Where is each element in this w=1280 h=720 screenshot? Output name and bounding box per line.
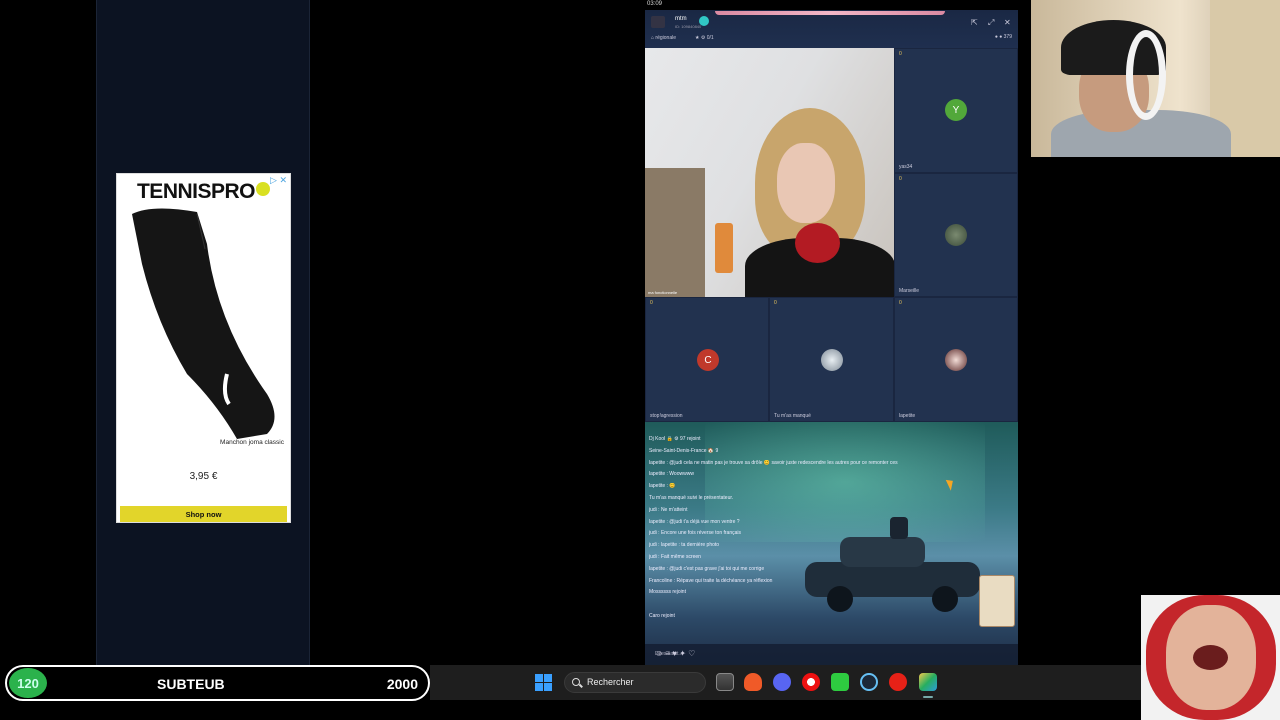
close-icon[interactable]: ✕ bbox=[1004, 18, 1011, 27]
product-image bbox=[132, 208, 275, 439]
host-video[interactable]: ma fonctionnelle bbox=[645, 48, 894, 297]
share-icon[interactable]: ⇱ bbox=[971, 18, 978, 27]
search-label: Rechercher bbox=[587, 677, 634, 687]
seat-name: stop!agression bbox=[650, 413, 683, 419]
host-face bbox=[777, 143, 835, 223]
discord-icon[interactable] bbox=[773, 673, 791, 691]
shop-now-button[interactable]: Shop now bbox=[120, 506, 287, 522]
chat-message: lapetite : Woowwww bbox=[649, 471, 694, 478]
webcam-guest bbox=[1141, 595, 1280, 720]
chat-message: judi : Fait même screen bbox=[649, 553, 701, 560]
app-icon[interactable] bbox=[802, 673, 820, 691]
room-id: ID: 109840840 bbox=[675, 24, 702, 29]
screen: ▷ ✕ TENNISPRO Manchon joma classic 3,95 … bbox=[0, 0, 1280, 720]
chat-message bbox=[649, 601, 979, 613]
ad-banner[interactable]: ▷ ✕ TENNISPRO Manchon joma classic 3,95 … bbox=[116, 173, 291, 523]
taskbar-search[interactable]: Rechercher bbox=[564, 672, 706, 693]
room-avatar[interactable] bbox=[651, 16, 665, 28]
minimize-icon[interactable]: ⤢ bbox=[988, 18, 994, 28]
chat-message: Caro rejoint bbox=[649, 612, 675, 619]
chat-message: lapetite : @judi t'a déjà vue mon ventre… bbox=[649, 518, 740, 525]
chat-message: lapetite : 😊 bbox=[649, 483, 676, 490]
brave-browser-icon[interactable] bbox=[744, 673, 762, 691]
sub-count: 120 bbox=[9, 668, 47, 698]
avatar: C bbox=[697, 349, 719, 371]
subgoal-target: 2000 bbox=[386, 676, 418, 692]
viewer-count[interactable]: ● ● 379 bbox=[995, 34, 1012, 40]
seat-4[interactable]: 0 C stop!agression bbox=[645, 297, 769, 422]
seat-2[interactable]: 0 Y yas34 bbox=[894, 48, 1018, 173]
seat-name: Marseille bbox=[899, 288, 920, 294]
chat-message: Francoline : Répave qui traite la déchéa… bbox=[649, 577, 773, 584]
room-title: mtm bbox=[675, 16, 687, 22]
product-name: Manchon joma classic bbox=[220, 439, 284, 446]
tag-stats[interactable]: ★ ⚙ 0/1 bbox=[695, 35, 714, 41]
avatar: Y bbox=[945, 99, 967, 121]
ad-brand-logo: TENNISPRO bbox=[117, 180, 290, 204]
chat-message: Tu m'as manqué suivi le présentateur. bbox=[649, 494, 734, 501]
spreadsheet-icon[interactable] bbox=[831, 673, 849, 691]
host-name: ma fonctionnelle bbox=[648, 290, 678, 295]
seat-name: Tu m'as manqué bbox=[774, 413, 811, 419]
product-price: 3,95 € bbox=[189, 471, 218, 482]
seat-5[interactable]: 0 Tu m'as manqué bbox=[769, 297, 894, 422]
chat-message: Dj Kool 🔒 ⚙ 97 rejoint bbox=[649, 436, 701, 442]
windows-start-icon[interactable] bbox=[535, 674, 552, 691]
seat-3[interactable]: 0 Marseille bbox=[894, 173, 1018, 297]
seat-num: 0 bbox=[650, 300, 653, 306]
avatar bbox=[945, 224, 967, 246]
chat-input[interactable]: Dites salut... ☺ ≡ ♥ ✦ ♡ bbox=[645, 644, 1018, 666]
gift-banner[interactable] bbox=[979, 575, 1015, 627]
chat-message: lapetite : @judi cela ne matin pas je tr… bbox=[649, 459, 898, 466]
seat-name: lapetite bbox=[899, 413, 916, 419]
seat-name: yas34 bbox=[899, 164, 913, 170]
seat-num: 0 bbox=[774, 300, 777, 306]
seat-num: 0 bbox=[899, 300, 902, 306]
chat-message: judi : Encore une fois réverse ton franç… bbox=[649, 530, 741, 537]
avatar bbox=[821, 349, 843, 371]
clock: 03:09 bbox=[647, 1, 663, 7]
active-app-indicator bbox=[923, 696, 933, 698]
chat-message: Mossssss rejoint bbox=[649, 589, 686, 596]
steam-icon[interactable] bbox=[860, 673, 878, 691]
seat-6[interactable]: 0 lapetite bbox=[894, 297, 1018, 422]
chat-tool-icons[interactable]: ☺ ≡ ♥ ✦ ♡ bbox=[655, 649, 1013, 658]
streaming-app-icon[interactable] bbox=[919, 673, 937, 691]
media-player-icon[interactable] bbox=[889, 673, 907, 691]
chat-message: judi : lapetite : ta dernière photo bbox=[649, 542, 720, 549]
pink-banner bbox=[715, 11, 945, 15]
follow-icon[interactable] bbox=[699, 16, 709, 26]
chat-message: lapetite : @judi c'est pas grave j'ai to… bbox=[649, 565, 765, 572]
seat-num: 0 bbox=[899, 51, 902, 57]
video-background bbox=[645, 168, 705, 297]
tag-region[interactable]: ⌂ régionale bbox=[651, 35, 676, 41]
room-header: mtm ID: 109840840 ⇱ ⤢ ✕ ⌂ régionale ★ ⚙ … bbox=[645, 10, 1018, 48]
host-scarf bbox=[795, 223, 840, 263]
search-icon bbox=[572, 678, 580, 686]
taskbar: Rechercher bbox=[430, 665, 1141, 700]
video-background bbox=[715, 223, 733, 273]
chat-message: Seine-Saint-Denis-France 🏠 9 bbox=[649, 447, 719, 454]
subgoal-label: SUBTEUB bbox=[157, 676, 225, 692]
subgoal-bar: 120 SUBTEUB 2000 bbox=[5, 665, 430, 701]
task-view-icon[interactable] bbox=[716, 673, 734, 691]
webcam-streamer bbox=[1031, 0, 1280, 157]
avatar bbox=[945, 349, 967, 371]
chat-messages: Dj Kool 🔒 ⚙ 97 rejoint Seine-Saint-Denis… bbox=[649, 436, 979, 625]
seat-num: 0 bbox=[899, 176, 902, 182]
live-app-window: mtm ID: 109840840 ⇱ ⤢ ✕ ⌂ régionale ★ ⚙ … bbox=[645, 10, 1018, 666]
chat-panel: Dj Kool 🔒 ⚙ 97 rejoint Seine-Saint-Denis… bbox=[645, 422, 1018, 666]
chat-message: judi : Ne m'atteint bbox=[649, 506, 688, 513]
